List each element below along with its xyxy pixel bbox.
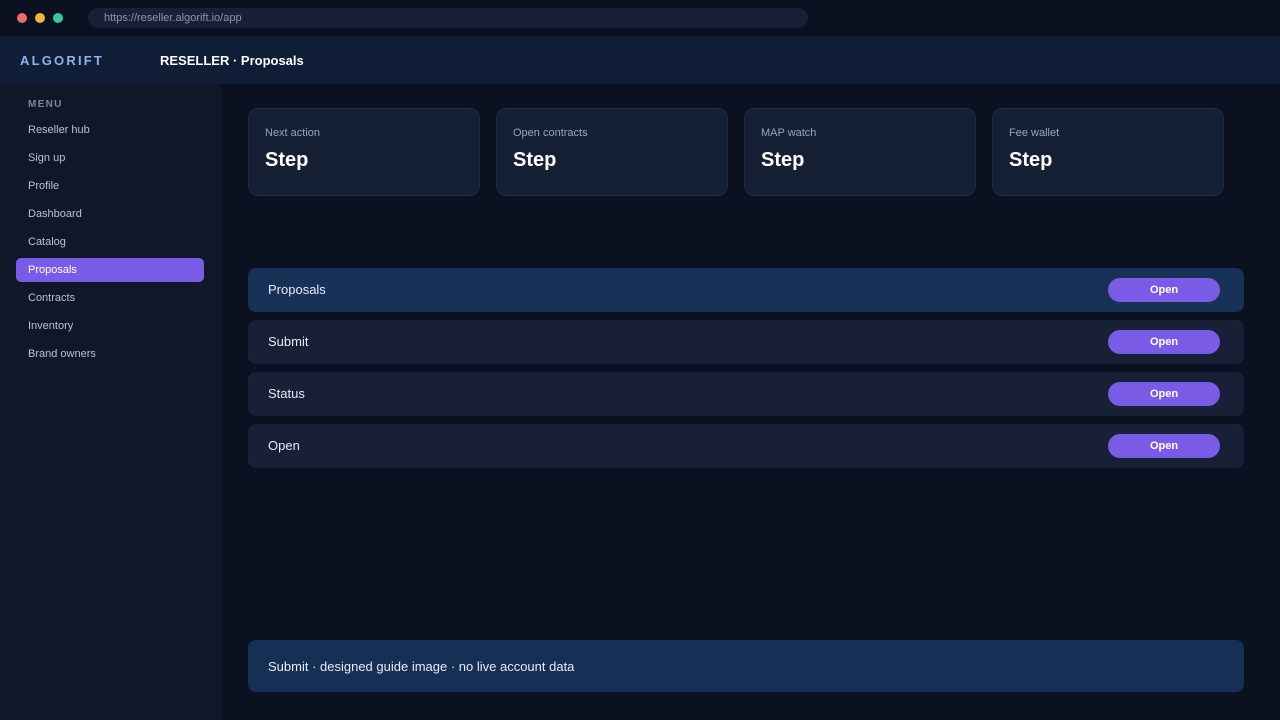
stat-card-next-action: Next action Step <box>248 108 480 196</box>
list-row-submit: Submit Open <box>248 320 1244 364</box>
brand-logo[interactable]: ALGORIFT <box>20 36 104 86</box>
row-label: Submit <box>268 334 309 349</box>
page-title: RESELLER · Proposals <box>160 53 304 68</box>
stat-card-map-watch: MAP watch Step <box>744 108 976 196</box>
card-label: Fee wallet <box>1009 127 1060 139</box>
card-value: Step <box>265 149 309 171</box>
card-value: Step <box>761 149 805 171</box>
sidebar-item-inventory[interactable]: Inventory <box>16 314 204 338</box>
maximize-window-dot[interactable] <box>53 13 63 23</box>
url-bar[interactable]: https://reseller.algorift.io/app <box>88 8 808 28</box>
open-proposals-button[interactable]: Open <box>1108 278 1220 302</box>
list-row-status: Status Open <box>248 372 1244 416</box>
card-label: Next action <box>265 127 321 139</box>
footer-banner: Submit · designed guide image · no live … <box>248 640 1244 692</box>
open-status-button[interactable]: Open <box>1108 382 1220 406</box>
row-label: Open <box>268 438 300 453</box>
open-submit-button[interactable]: Open <box>1108 330 1220 354</box>
app-header: ALGORIFT RESELLER · Proposals <box>0 36 1280 84</box>
minimize-window-dot[interactable] <box>35 13 45 23</box>
stat-card-open-contracts: Open contracts Step <box>496 108 728 196</box>
footer-text: Submit · designed guide image · no live … <box>268 659 575 674</box>
row-label: Status <box>268 386 305 401</box>
list-row-proposals: Proposals Open <box>248 268 1244 312</box>
list-row-open: Open Open <box>248 424 1244 468</box>
sidebar-item-reseller-hub[interactable]: Reseller hub <box>16 118 204 142</box>
browser-bar: https://reseller.algorift.io/app <box>0 0 1280 36</box>
stat-card-fee-wallet: Fee wallet Step <box>992 108 1224 196</box>
close-window-dot[interactable] <box>17 13 27 23</box>
sidebar-item-sign-up[interactable]: Sign up <box>16 146 204 170</box>
card-label: Open contracts <box>513 127 588 139</box>
sidebar-item-brand-owners[interactable]: Brand owners <box>16 342 204 366</box>
menu-label: MENU <box>28 99 63 110</box>
sidebar-item-catalog[interactable]: Catalog <box>16 230 204 254</box>
sidebar-item-contracts[interactable]: Contracts <box>16 286 204 310</box>
open-open-button[interactable]: Open <box>1108 434 1220 458</box>
sidebar-item-proposals[interactable]: Proposals <box>16 258 204 282</box>
sidebar-item-dashboard[interactable]: Dashboard <box>16 202 204 226</box>
card-value: Step <box>1009 149 1053 171</box>
card-label: MAP watch <box>761 127 817 139</box>
sidebar: MENU Reseller hub Sign up Profile Dashbo… <box>0 84 222 720</box>
card-value: Step <box>513 149 557 171</box>
sidebar-item-profile[interactable]: Profile <box>16 174 204 198</box>
row-label: Proposals <box>268 282 326 297</box>
